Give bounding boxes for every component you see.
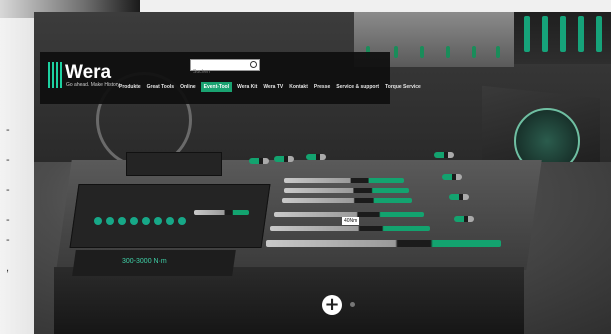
list-dash: - xyxy=(6,214,10,226)
torque-tag: 40Nm xyxy=(342,217,360,225)
screwdriver-display-board xyxy=(514,12,611,64)
shelf-tool xyxy=(472,46,476,58)
socket xyxy=(166,217,174,225)
nav-item-online[interactable]: Online xyxy=(179,82,197,92)
site-header: Wera Go ahead. Make History. Produkte Gr… xyxy=(40,52,421,104)
list-dash: - xyxy=(6,234,10,246)
board-screwdriver xyxy=(542,16,548,52)
shelf-tool xyxy=(420,46,424,58)
nav-item-torque-service[interactable]: Torque Service xyxy=(384,82,422,92)
torque-wrench[interactable] xyxy=(270,226,430,231)
board-screwdriver xyxy=(560,16,566,52)
list-dash: - xyxy=(6,154,10,166)
shelf-tool xyxy=(394,46,398,58)
screwdriver[interactable] xyxy=(434,152,454,158)
left-page-strip: - - - - - , xyxy=(0,0,34,334)
screwdriver[interactable] xyxy=(442,174,462,180)
page-top-gap xyxy=(140,0,611,12)
screwdriver[interactable] xyxy=(249,158,269,164)
socket xyxy=(130,217,138,225)
screwdriver[interactable] xyxy=(274,156,294,162)
wera-logo[interactable]: Wera Go ahead. Make History. xyxy=(48,62,121,88)
hotspot-dot[interactable] xyxy=(350,302,355,307)
logo-stripes-icon xyxy=(48,62,62,88)
nav-item-great-tools[interactable]: Great Tools xyxy=(146,82,175,92)
screwdriver[interactable] xyxy=(449,194,469,200)
torque-wrench[interactable] xyxy=(284,178,404,183)
table-front xyxy=(54,267,524,334)
logo-text: Wera xyxy=(65,62,112,83)
nav-item-produkte[interactable]: Produkte xyxy=(118,82,142,92)
socket xyxy=(154,217,162,225)
nav-item-wera-kit[interactable]: Wera Kit xyxy=(236,82,258,92)
socket xyxy=(94,217,102,225)
nav-item-service-support[interactable]: Service & support xyxy=(335,82,380,92)
socket xyxy=(106,217,114,225)
long-torque-wrench[interactable] xyxy=(266,240,501,247)
tool-case-closed[interactable] xyxy=(126,152,222,176)
nav-item-presse[interactable]: Presse xyxy=(313,82,331,92)
search-icon[interactable] xyxy=(250,61,257,68)
nav-item-event-tool[interactable]: Event-Tool xyxy=(200,82,233,92)
logo-tagline: Go ahead. Make History. xyxy=(66,82,121,88)
socket xyxy=(118,217,126,225)
plus-icon[interactable]: + xyxy=(322,295,342,315)
screwdriver[interactable] xyxy=(306,154,326,160)
nav-item-wera-tv[interactable]: Wera TV xyxy=(262,82,284,92)
list-dash: - xyxy=(6,124,10,136)
search-box[interactable] xyxy=(190,59,260,77)
screwdriver[interactable] xyxy=(454,216,474,222)
torque-wrench[interactable] xyxy=(284,188,409,193)
ratchet[interactable] xyxy=(194,210,249,215)
main-nav: Produkte Great Tools Online Event-Tool W… xyxy=(118,82,422,92)
torque-wrench[interactable] xyxy=(282,198,412,203)
socket xyxy=(178,217,186,225)
nav-item-kontakt[interactable]: Kontakt xyxy=(288,82,309,92)
list-dash: - xyxy=(6,184,10,196)
shelf-tool xyxy=(496,46,500,58)
board-screwdriver xyxy=(524,16,530,52)
virtual-tour-viewer[interactable]: 300-3000 N·m 40Nm Wera Go ahead. Make Hi… xyxy=(34,12,611,334)
list-dash: , xyxy=(6,262,10,274)
board-screwdriver xyxy=(596,16,602,52)
wrench-case-label: 300-3000 N·m xyxy=(122,258,167,265)
board-screwdriver xyxy=(578,16,584,52)
search-input[interactable] xyxy=(191,67,249,77)
socket-tool-case[interactable] xyxy=(69,184,271,248)
shelf-tool xyxy=(446,46,450,58)
socket xyxy=(142,217,150,225)
